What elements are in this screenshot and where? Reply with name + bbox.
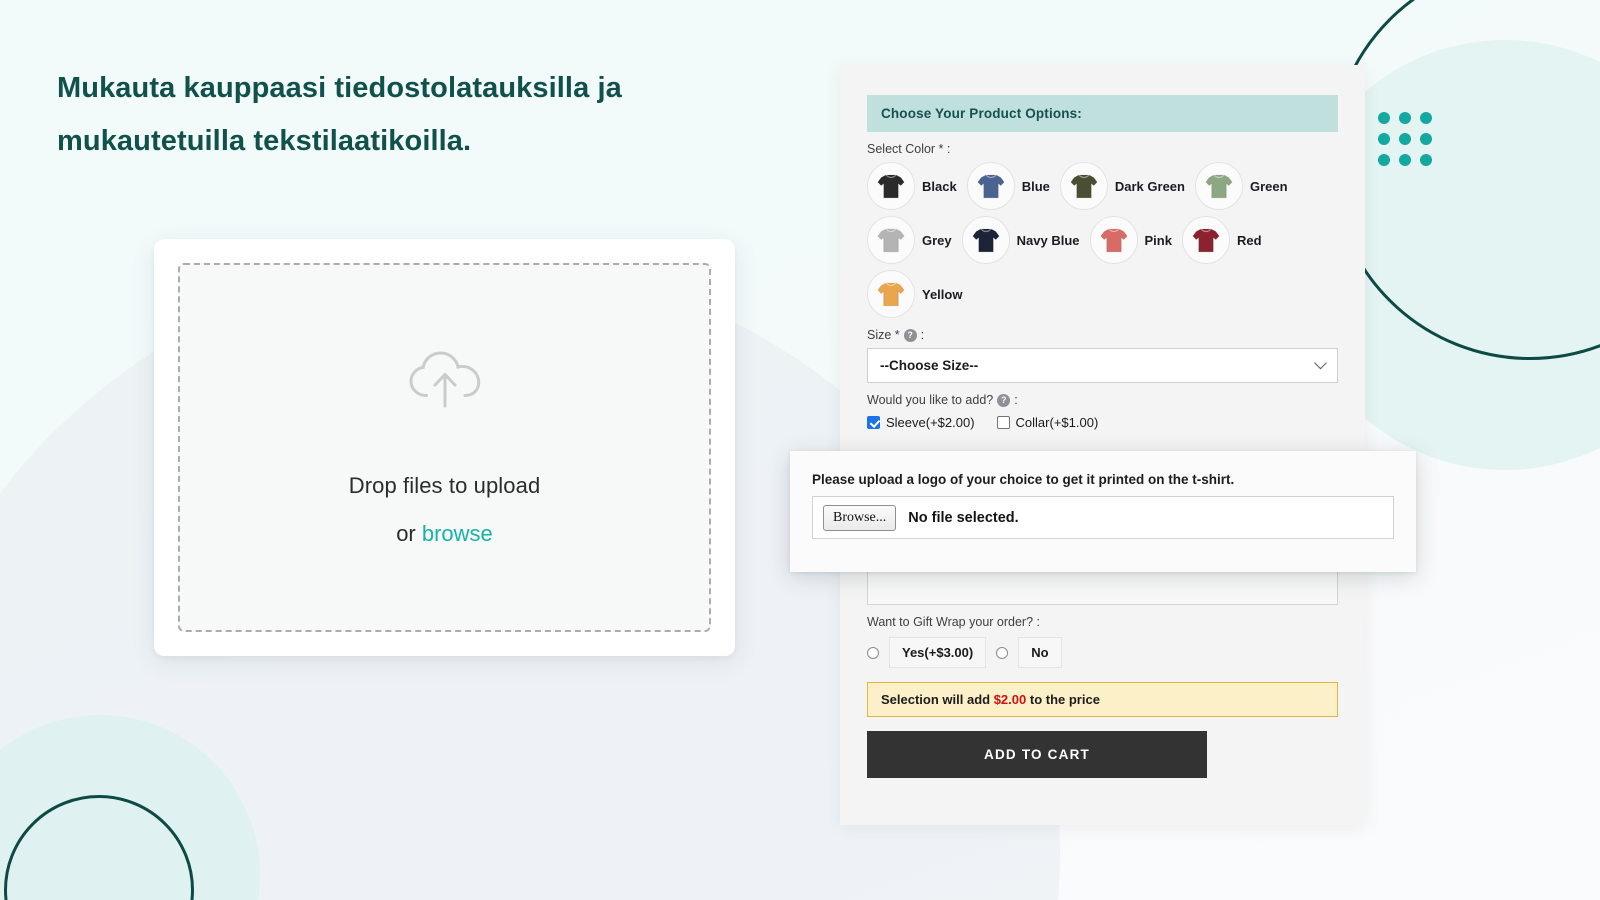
color-swatch-label: Red (1236, 232, 1262, 248)
color-swatch-row: Yellow (867, 270, 1338, 318)
tshirt-icon (1194, 162, 1243, 210)
slogan-input[interactable] (867, 571, 1338, 605)
decor-dot (1378, 112, 1390, 124)
size-label-text: Size * (867, 328, 900, 342)
size-label: Size * ? : (867, 328, 1338, 342)
color-swatch-label: Yellow (922, 286, 963, 302)
color-swatch-grey[interactable]: Grey (867, 216, 952, 264)
color-swatch-group: Black Blue Dark Green Green Grey Navy Blue Pin… (867, 162, 1338, 318)
addons-label-text: Would you like to add? (867, 393, 994, 407)
file-upload-card: Drop files to upload or browse (154, 239, 735, 656)
tshirt-icon (867, 216, 915, 264)
decor-dot (1399, 112, 1411, 124)
addons-label: Would you like to add? ? : (867, 393, 1338, 407)
file-status-text: No file selected. (908, 509, 1019, 526)
size-select-value: --Choose Size-- (880, 358, 979, 373)
radio-button[interactable] (867, 646, 879, 659)
dot-grid-decoration (1378, 112, 1432, 166)
chevron-down-icon (1314, 356, 1327, 369)
giftwrap-label: Want to Gift Wrap your order? : (867, 615, 1338, 629)
select-color-label: Select Color * : (867, 142, 1338, 156)
help-icon[interactable]: ? (997, 393, 1011, 407)
cloud-upload-icon (408, 348, 482, 415)
color-swatch-label: Green (1249, 178, 1288, 194)
color-swatch-row: Grey Navy Blue Pink Red (867, 216, 1338, 264)
color-swatch-dark-green[interactable]: Dark Green (1059, 162, 1185, 210)
radio-button[interactable] (996, 646, 1009, 659)
giftwrap-radio-yes[interactable]: Yes(+$3.00) (867, 637, 987, 668)
color-swatch-black[interactable]: Black (867, 162, 957, 210)
giftwrap-radio-no[interactable]: No (996, 637, 1062, 668)
dropzone-title: Drop files to upload (348, 473, 541, 498)
color-swatch-red[interactable]: Red (1181, 216, 1262, 264)
browse-button[interactable]: Browse... (823, 504, 897, 531)
giftwrap-radio-label: Yes(+$3.00) (889, 637, 987, 668)
tshirt-icon (1181, 216, 1230, 264)
color-swatch-label: Dark Green (1114, 178, 1185, 194)
file-dropzone[interactable]: Drop files to upload or browse (178, 263, 711, 632)
addon-checkbox-label: Sleeve(+$2.00) (886, 415, 975, 430)
color-swatch-label: Pink (1144, 232, 1172, 248)
decor-dot (1420, 112, 1432, 124)
color-swatch-row: Black Blue Dark Green Green (867, 162, 1338, 210)
decor-dot (1420, 133, 1432, 145)
color-swatch-label: Blue (1021, 178, 1050, 194)
add-to-cart-button[interactable]: ADD TO CART (867, 731, 1207, 778)
decor-dot (1378, 154, 1390, 166)
color-swatch-yellow[interactable]: Yellow (867, 270, 962, 318)
file-input-field[interactable]: Browse... No file selected. (812, 496, 1394, 539)
color-swatch-label: Navy Blue (1016, 232, 1080, 248)
addon-checkbox-collar[interactable]: Collar(+$1.00) (996, 415, 1099, 430)
hero-section: Mukauta kauppaasi tiedostolatauksilla ja… (0, 0, 790, 900)
outline-circle-top-right (1330, 0, 1600, 360)
logo-upload-instruction: Please upload a logo of your choice to g… (812, 472, 1235, 487)
select-color-label-text: Select Color * : (867, 142, 951, 156)
color-swatch-label: Black (922, 178, 957, 194)
addons-checkbox-group: Sleeve(+$2.00) Collar(+$1.00) (867, 415, 1338, 430)
price-note-amount: $2.00 (993, 692, 1027, 707)
checkbox-box[interactable] (996, 416, 1010, 429)
decor-dot (1420, 154, 1432, 166)
tshirt-icon (867, 270, 915, 318)
addon-checkbox-sleeve[interactable]: Sleeve(+$2.00) (867, 415, 975, 430)
size-label-colon: : (920, 328, 925, 342)
color-swatch-green[interactable]: Green (1194, 162, 1288, 210)
size-select[interactable]: --Choose Size-- (867, 348, 1338, 383)
color-swatch-blue[interactable]: Blue (966, 162, 1050, 210)
help-icon[interactable]: ? (903, 328, 917, 342)
color-swatch-navy-blue[interactable]: Navy Blue (961, 216, 1080, 264)
tshirt-icon (1089, 216, 1138, 264)
page-title: Mukauta kauppaasi tiedostolatauksilla ja… (57, 72, 622, 157)
panel-header-title: Choose Your Product Options: (867, 95, 1338, 132)
file-upload-overlay-card: Please upload a logo of your choice to g… (790, 451, 1416, 572)
tshirt-icon (867, 162, 915, 210)
giftwrap-radio-group: Yes(+$3.00) No (867, 637, 1338, 668)
price-note-prefix: Selection will add (881, 692, 991, 707)
addon-checkbox-label: Collar(+$1.00) (1015, 415, 1099, 430)
color-swatch-pink[interactable]: Pink (1089, 216, 1172, 264)
tshirt-icon (1059, 162, 1108, 210)
tshirt-icon (961, 216, 1010, 264)
giftwrap-radio-label: No (1018, 637, 1062, 668)
browse-link[interactable]: browse (422, 521, 493, 546)
giftwrap-label-text: Want to Gift Wrap your order? : (867, 615, 1040, 629)
price-note-suffix: to the price (1029, 692, 1100, 707)
decor-dot (1378, 133, 1390, 145)
dropzone-subtitle: or browse (396, 521, 493, 547)
price-note: Selection will add $2.00 to the price (867, 682, 1338, 717)
color-swatch-label: Grey (922, 232, 952, 248)
checkbox-box[interactable] (867, 416, 880, 429)
or-text: or (396, 521, 422, 546)
decor-dot (1399, 133, 1411, 145)
decor-dot (1399, 154, 1411, 166)
addons-label-colon: : (1014, 393, 1018, 407)
product-options-panel: Choose Your Product Options: Select Colo… (840, 65, 1365, 825)
tshirt-icon (966, 162, 1015, 210)
